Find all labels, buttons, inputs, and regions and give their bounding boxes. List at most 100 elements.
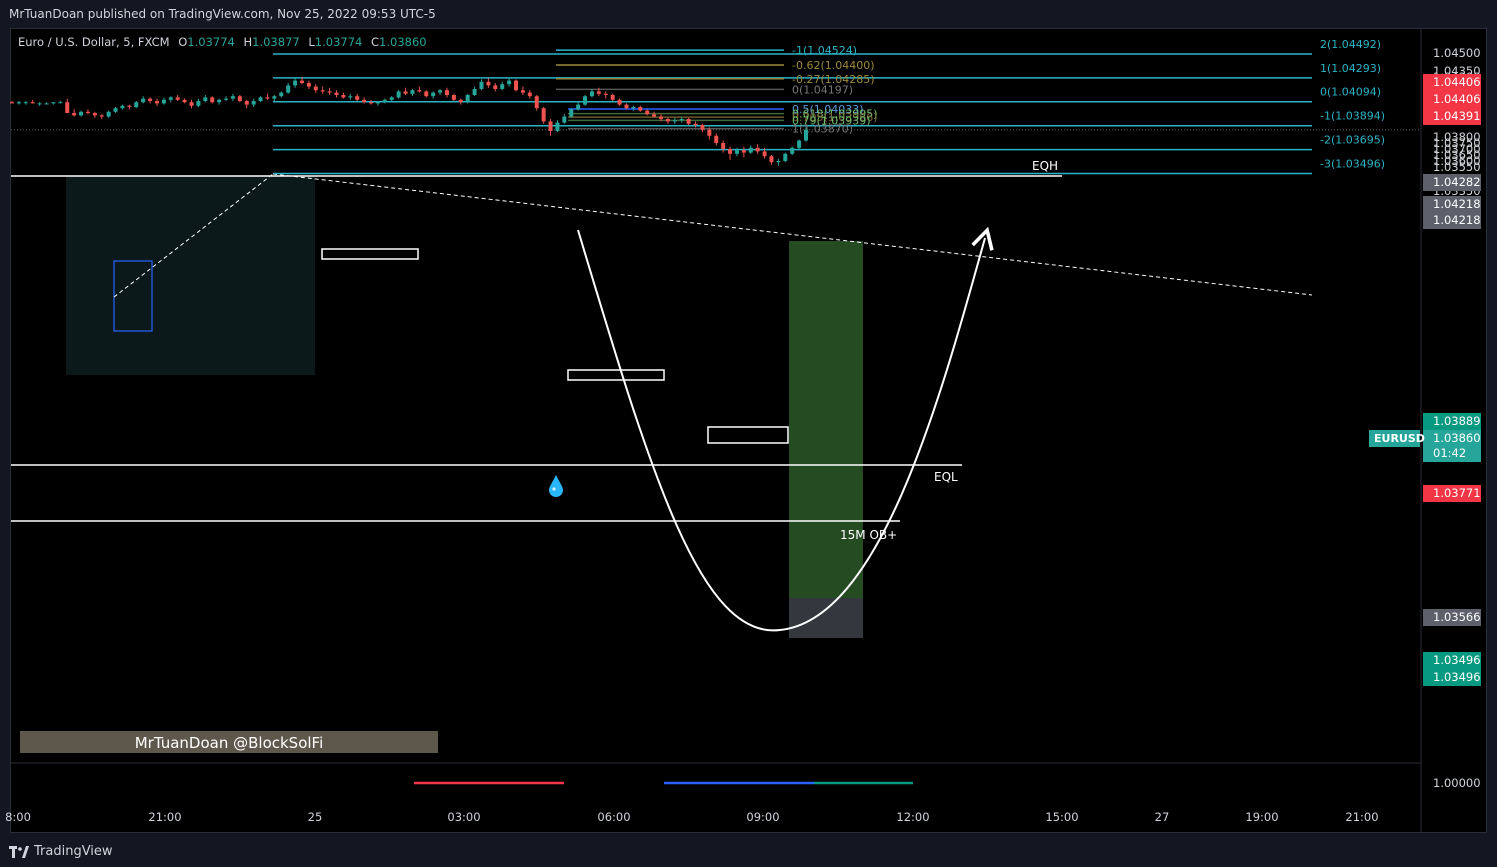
candle-body [790,147,795,154]
candle-body [389,97,394,100]
symbol-tag: EURUSD [1374,432,1425,445]
candle [520,86,525,95]
candle-body [493,85,498,89]
ob-label: 15M OB+ [840,528,897,542]
candle-body [203,97,208,101]
candle-body [665,119,670,122]
candle [196,98,201,107]
candle-body [472,89,477,95]
candle [258,96,263,103]
footer-brand: TradingView [34,844,113,859]
price-tag: 1.04218 [1433,213,1481,227]
time-axis-tick: 27 [1155,810,1170,824]
candle [486,78,491,88]
candle [244,99,249,109]
candle-body [161,99,166,104]
candle-body [341,95,346,98]
candle-body [548,121,553,131]
price-chart[interactable]: 2(1.04492) 1(1.04293) 0(1.04094) -1(1.03894… [0,0,1497,867]
candle-body [44,103,49,105]
candle-body [555,122,560,131]
price-tag: 1.03496 [1433,653,1481,667]
price-axis-tick: 1.04500 [1433,46,1481,60]
candle-body [700,125,705,130]
fib-level-label: 1(1.04293) [1320,62,1381,75]
candle-body [755,147,760,152]
candle-body [424,91,429,97]
retracement-label: 1(1.03870) [792,123,853,136]
candle-body [797,140,802,148]
liquidity-drop-icon [549,475,563,497]
candle-body [603,93,608,95]
candle-body [141,98,146,103]
candle [51,102,56,105]
candle-body [148,98,153,101]
candle [334,90,339,98]
price-tag: 1.04406 [1433,92,1481,106]
legend-symbol: Euro / U.S. Dollar, 5, FXCM [18,35,170,49]
candle-body [403,91,408,94]
projection-curve [577,226,994,632]
candle-body [30,102,35,104]
candle-body [479,81,484,89]
candle [424,90,429,98]
candle [527,90,532,99]
candle [389,96,394,101]
candle [776,158,781,166]
time-axis-tick: 21:00 [1345,810,1378,824]
candle [672,117,677,124]
legend-l-value: 1.03774 [315,35,363,49]
candle [589,89,594,98]
candle [279,91,284,98]
candle [23,101,28,105]
candle-body [168,97,173,100]
candle [541,107,546,124]
candle-body [175,97,180,100]
candle-body [251,101,256,105]
candle-body [707,129,712,136]
lower-pane-tick: 1.00000 [1433,776,1481,790]
candle [272,95,277,101]
candle [230,93,235,101]
candle-body [382,99,387,103]
legend-c-value: 1.03860 [379,35,427,49]
candle-body [396,91,401,98]
range-box [66,176,315,375]
candle-body [804,129,808,141]
candle [85,109,90,115]
price-tag: 1.03889 [1433,414,1481,428]
tradingview-logo[interactable]: TradingView [9,841,113,863]
candle-body [10,102,14,104]
candle [224,96,229,101]
candle [58,101,63,104]
candle [493,83,498,92]
candle-body [721,143,726,149]
candle-body [534,96,539,109]
candle-body [293,80,298,86]
candle [237,95,242,103]
fib-level-label: -1(1.03894) [1320,110,1385,123]
candle [507,78,512,87]
fib-level-label: 2(1.04492) [1320,38,1381,51]
candle-body [500,84,505,89]
candle [417,86,422,93]
candle-body [51,102,56,104]
candle-body [210,97,215,103]
candle-body [520,90,525,93]
legend-c-label: C [371,35,379,49]
candle-body [348,96,353,98]
long-profit-zone [789,241,863,598]
candle-body [741,150,746,153]
candle [638,105,643,112]
candle [210,96,215,104]
candle [251,98,256,107]
candle [127,104,132,110]
candle-body [369,102,374,104]
candle [141,96,146,104]
time-axis-tick: 21:00 [148,810,181,824]
candle [203,95,208,103]
candle-body [58,102,63,104]
candle-body [286,85,291,93]
time-axis-tick: 8:00 [5,810,31,824]
retracement-label: -0.62(1.04400) [792,59,875,72]
